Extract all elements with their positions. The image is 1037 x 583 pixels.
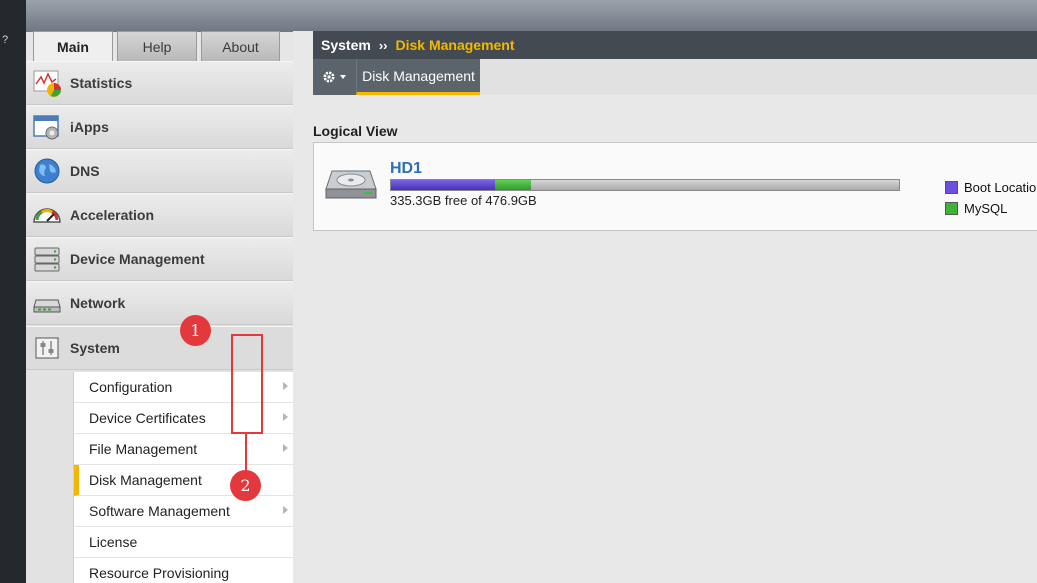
chevron-right-icon (283, 382, 288, 390)
breadcrumb-section[interactable]: System (321, 37, 371, 53)
dns-globe-icon (32, 156, 62, 186)
sidebar-item-label: Network (70, 295, 126, 311)
sidebar-item-device-management[interactable]: Device Management (26, 237, 293, 281)
usage-segment-boot-location (391, 180, 496, 190)
sidebar-item-label: iApps (70, 119, 109, 135)
tab-about[interactable]: About (201, 31, 280, 61)
disk-free-text: 335.3GB free of 476.9GB (390, 193, 537, 208)
legend-item-boot-location: Boot Locatio (945, 177, 1036, 198)
annotation-highlight-box (231, 334, 263, 434)
usage-segment-mysql (495, 180, 531, 190)
annotation-marker-1: 1 (180, 315, 211, 346)
logical-view-panel: HD1 335.3GB free of 476.9GB Boot Locatio… (313, 142, 1037, 231)
sidebar-item-label: Statistics (70, 75, 133, 91)
submenu-item-license[interactable]: License (74, 527, 293, 558)
iapps-window-gear-icon (32, 112, 62, 142)
submenu-item-label: Software Management (89, 503, 230, 519)
legend-swatch (945, 181, 958, 194)
chevron-right-icon (283, 444, 288, 452)
window-title-strip (0, 0, 1037, 32)
submenu-item-label: Configuration (89, 379, 173, 395)
tab-main[interactable]: Main (33, 31, 113, 61)
legend-item-mysql: MySQL (945, 198, 1036, 219)
legend-label: Boot Locatio (964, 180, 1037, 195)
acceleration-gauge-icon (32, 200, 62, 230)
annotation-marker-2: 2 (230, 470, 261, 501)
sidebar-item-dns[interactable]: DNS (26, 149, 293, 193)
device-management-server-icon (32, 244, 62, 274)
submenu-item-label: Disk Management (89, 472, 202, 488)
breadcrumb-separator: ›› (378, 37, 388, 53)
subtab-bar: Disk Management (313, 59, 1037, 95)
sidebar-item-label: Device Management (70, 251, 205, 267)
tab-help[interactable]: Help (117, 31, 197, 61)
submenu-item-software-management[interactable]: Software Management (74, 496, 293, 527)
usage-legend: Boot Locatio MySQL (945, 177, 1036, 219)
annotation-connector-line (245, 434, 247, 471)
sidebar-item-network[interactable]: Network (26, 281, 293, 325)
sidebar-item-label: DNS (70, 163, 100, 179)
submenu-item-label: Resource Provisioning (89, 565, 230, 581)
chevron-right-icon (283, 506, 288, 514)
chevron-right-icon (283, 413, 288, 421)
main-content: System ›› Disk Management Disk Managemen… (293, 31, 1037, 583)
statistics-chart-icon (32, 68, 62, 98)
submenu-item-label: License (89, 534, 138, 550)
settings-menu-button[interactable] (313, 59, 356, 95)
network-switch-icon (32, 288, 62, 318)
sidebar-item-statistics[interactable]: Statistics (26, 61, 293, 105)
left-window-edge: ? (0, 0, 26, 583)
breadcrumb-current-page: Disk Management (395, 37, 515, 53)
gear-icon (323, 71, 346, 83)
submenu-item-label: Device Certificates (89, 410, 206, 426)
sidebar-item-iapps[interactable]: iApps (26, 105, 293, 149)
disk-name-link[interactable]: HD1 (390, 160, 422, 178)
sidebar-item-label: Acceleration (70, 207, 155, 223)
submenu-item-resource-provisioning[interactable]: Resource Provisioning (74, 558, 293, 583)
hard-disk-icon (324, 165, 378, 210)
top-tabs: Main Help About (33, 31, 280, 61)
legend-swatch (945, 202, 958, 215)
submenu-item-file-management[interactable]: File Management (74, 434, 293, 465)
breadcrumb: System ›› Disk Management (313, 31, 1037, 59)
submenu-item-label: File Management (89, 441, 198, 457)
sidebar-item-label: System (70, 340, 120, 356)
system-sliders-icon (32, 333, 62, 363)
disk-usage-bar (390, 179, 900, 191)
sidebar-item-acceleration[interactable]: Acceleration (26, 193, 293, 237)
logical-view-title: Logical View (313, 123, 398, 139)
legend-label: MySQL (964, 201, 1008, 216)
tab-disk-management[interactable]: Disk Management (356, 59, 480, 95)
help-glyph: ? (2, 34, 9, 46)
